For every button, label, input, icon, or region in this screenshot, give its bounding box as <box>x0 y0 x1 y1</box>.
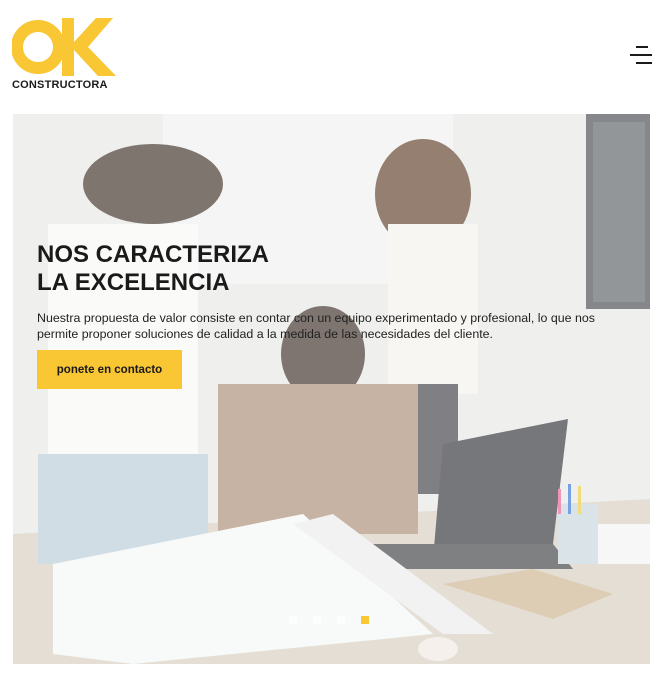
hero-title: NOS CARACTERIZA LA EXCELENCIA <box>37 241 457 297</box>
hero-title-line-1: NOS CARACTERIZA <box>37 241 269 268</box>
slider-dot-1[interactable] <box>289 616 297 624</box>
slider-dot-4[interactable] <box>361 616 369 624</box>
hero-slider: NOS CARACTERIZA LA EXCELENCIA Nuestra pr… <box>13 114 650 664</box>
hero-title-line-2: LA EXCELENCIA <box>37 269 230 296</box>
logo-wordmark: CONSTRUCTORA <box>12 79 108 91</box>
hamburger-menu-icon[interactable] <box>630 44 654 66</box>
slider-dot-3[interactable] <box>337 616 345 624</box>
contact-button[interactable]: ponete en contacto <box>37 350 182 389</box>
site-header: CONSTRUCTORA <box>0 0 669 112</box>
slider-dot-2[interactable] <box>313 616 321 624</box>
hero-overlay <box>13 114 650 664</box>
slider-pagination <box>289 616 369 624</box>
hero-description: Nuestra propuesta de valor consiste en c… <box>37 311 595 341</box>
